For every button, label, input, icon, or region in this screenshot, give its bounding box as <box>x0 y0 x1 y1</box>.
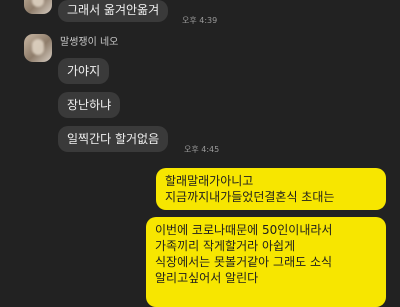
message-timestamp: 오후 4:45 <box>184 145 220 154</box>
partner-message-bubble[interactable]: 가야지 <box>58 58 110 84</box>
message-line: 지금까지내가들었던결혼식 초대는 <box>165 190 335 204</box>
message-line: 가족끼리 작게할거라 아쉽게 <box>155 239 296 253</box>
message-line: 이번에 코로나때문에 50인이내라서 <box>155 223 333 237</box>
partner-message-bubble[interactable]: 일찍간다 할거없음 <box>58 126 169 152</box>
message-text: 일찍간다 할거없음 <box>67 132 160 146</box>
message-line: 할래말래가아니고 <box>165 174 254 188</box>
partner-message-bubble[interactable]: 장난하냐 <box>58 92 121 118</box>
message-line: 알리고싶어서 알린다 <box>155 271 259 285</box>
message-text: 장난하냐 <box>67 98 112 112</box>
my-message-bubble[interactable]: 이번에 코로나때문에 50인이내라서 가족끼리 작게할거라 아쉽게 식장에서는 … <box>146 217 386 307</box>
sender-name: 말썽쟁이 네오 <box>60 37 119 48</box>
partner-avatar[interactable] <box>24 0 52 14</box>
partner-message-bubble[interactable]: 그래서 옮겨안옮겨 <box>58 0 169 22</box>
partner-avatar[interactable] <box>24 34 52 62</box>
message-text: 가야지 <box>67 64 101 78</box>
my-message-bubble[interactable]: 할래말래가아니고 지금까지내가들었던결혼식 초대는 <box>156 168 386 210</box>
message-text: 그래서 옮겨안옮겨 <box>67 3 160 17</box>
message-line: 식장에서는 못볼거같아 그래도 소식 <box>155 255 333 269</box>
message-timestamp: 오후 4:39 <box>182 16 218 25</box>
